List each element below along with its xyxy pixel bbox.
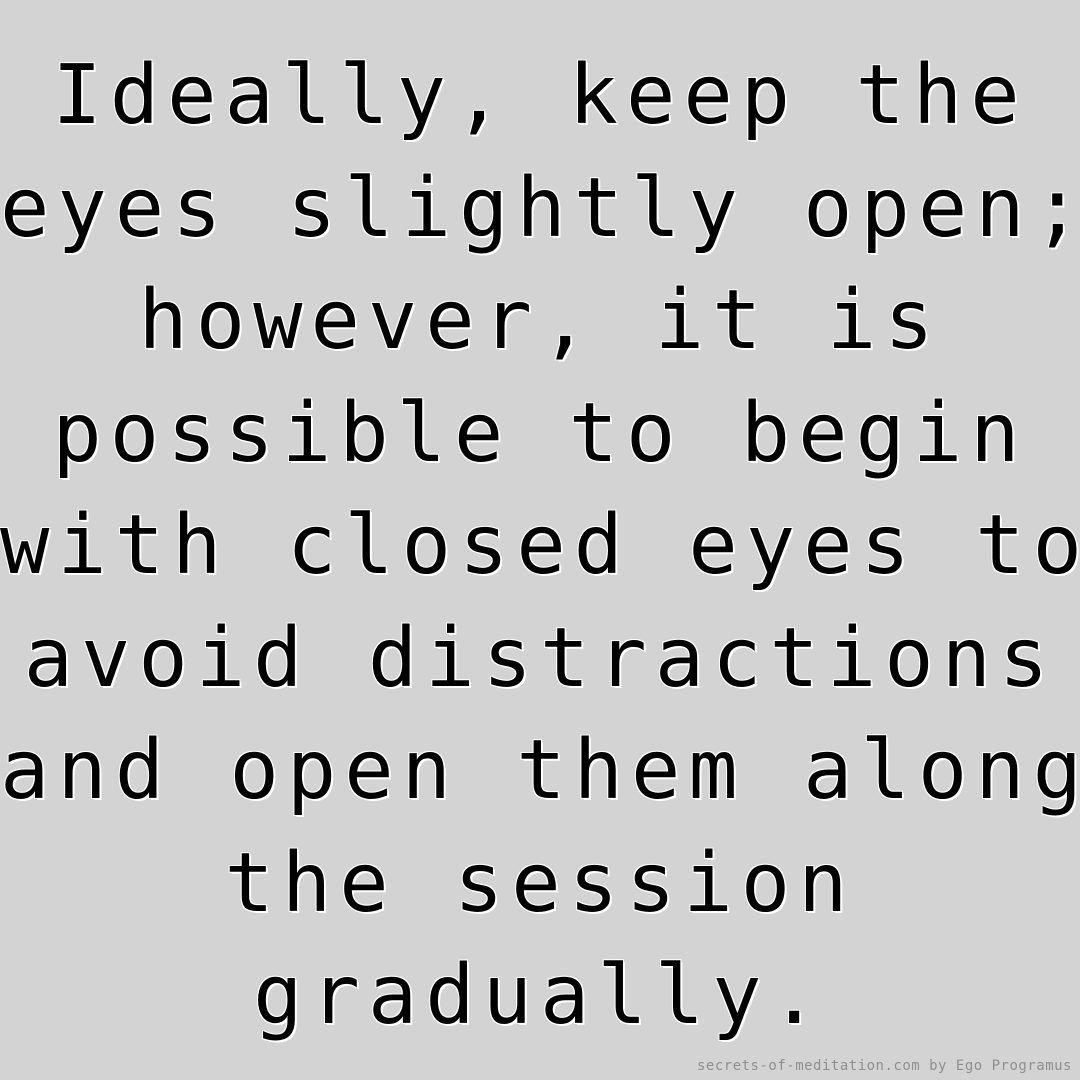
quote-line-1: Ideally, keep the <box>52 48 1028 143</box>
quote-line-8: the session <box>224 835 856 931</box>
quote-line-9: gradually. <box>253 948 827 1043</box>
quote-line-5: with closed eyes to <box>0 498 1080 593</box>
quote-line-7: and open them along <box>0 723 1080 818</box>
quote-text: Ideally, keep the eyes slightly open; ho… <box>0 40 1080 1053</box>
quote-line-6: avoid distractions <box>23 610 1057 706</box>
quote-line-3: however, it is <box>138 273 942 368</box>
credit-watermark: secrets-of-meditation.com by Ego Program… <box>696 1058 1072 1074</box>
quote-line-4: possible to begin <box>52 385 1028 481</box>
quote-line-2: eyes slightly open; <box>0 160 1080 256</box>
